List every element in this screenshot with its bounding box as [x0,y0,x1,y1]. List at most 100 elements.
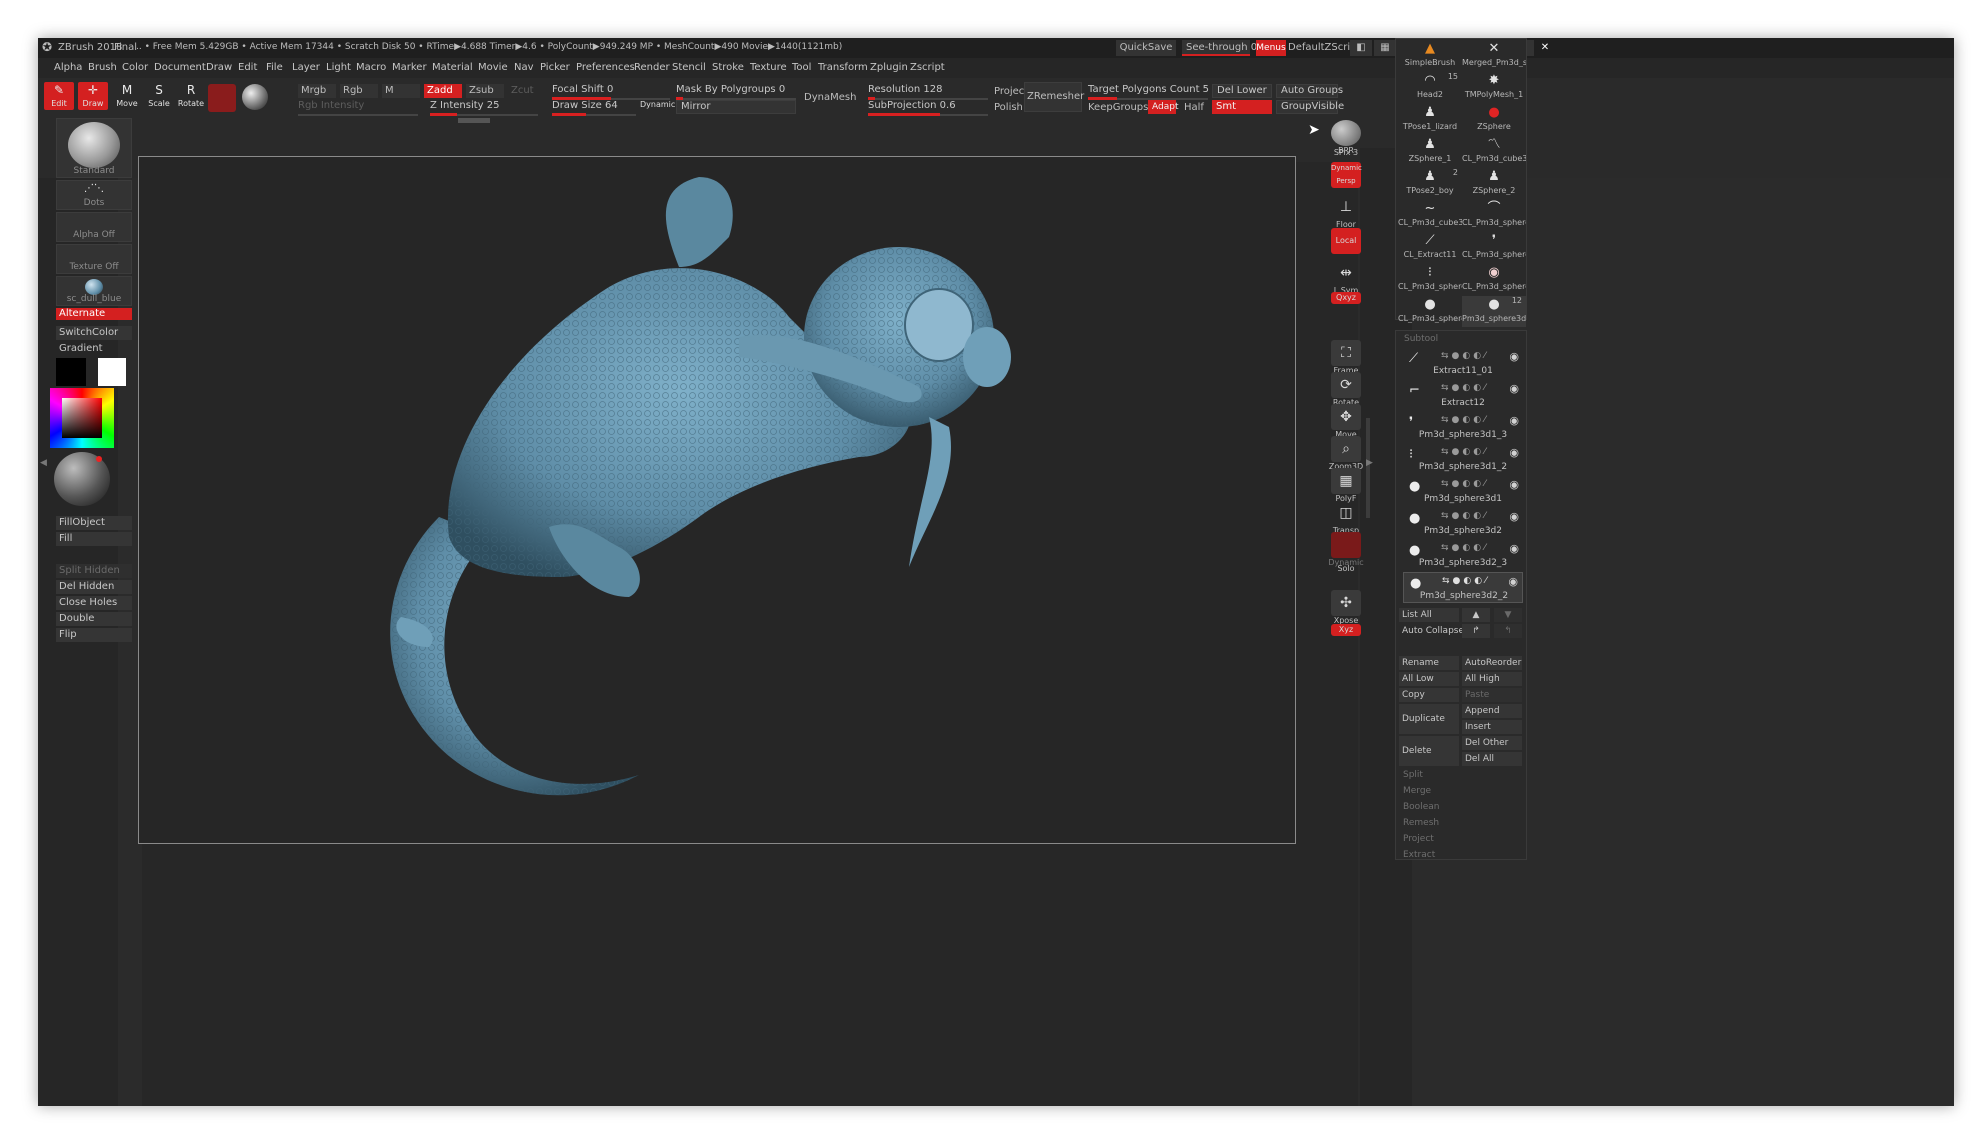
stroke-picker[interactable]: ⋰⋱ Dots [56,180,132,210]
z-intensity-slider[interactable]: Z Intensity 25 [430,100,538,116]
mask-by-polygroups-slider[interactable]: Mask By Polygroups 0 [676,84,796,100]
tool-item[interactable]: ~ CL_Pm3d_cube3d [1398,200,1462,231]
menus-button[interactable]: Menus [1256,40,1286,56]
menu-render[interactable]: Render [634,62,670,73]
edit-mode-button[interactable]: ✎ Edit [44,82,74,110]
target-polygons-slider[interactable]: Target Polygons Count 5 [1088,84,1209,100]
tool-item[interactable]: ♟ TPose2_boy 2 [1398,168,1462,199]
subtool-toggle-icons[interactable]: ⇆●◐◐⁄ [1441,511,1489,521]
tool-item[interactable]: ♟ TPose1_lizard [1398,104,1462,135]
autoreorder-button[interactable]: AutoReorder [1462,656,1522,670]
rgb-intensity-slider[interactable]: Rgb Intensity [298,100,418,116]
subtool-row[interactable]: ⟋ ⇆●◐◐⁄ ◉ Extract11_01 [1403,348,1523,379]
zoom3d-button[interactable]: ⌕ Zoom3D [1324,436,1368,471]
gradient-button[interactable]: Gradient [56,342,132,356]
split-hidden-button[interactable]: Split Hidden [56,564,132,578]
del-hidden-button[interactable]: Del Hidden [56,580,132,594]
menu-color[interactable]: Color [122,62,148,73]
fillobject-button[interactable]: FillObject [56,516,132,530]
local-button[interactable]: Local [1324,228,1368,254]
solo-button[interactable]: Solo [1324,564,1368,573]
subtool-row[interactable]: ● ⇆●◐◐⁄ ◉ Pm3d_sphere3d1 [1403,476,1523,507]
move-up-arrow-icon[interactable]: ▲ [1462,608,1490,622]
menu-draw[interactable]: Draw [206,62,232,73]
draw-size-slider[interactable]: Draw Size 64 [552,100,636,116]
menu-texture[interactable]: Texture [750,62,787,73]
menu-transform[interactable]: Transform [818,62,868,73]
del-all-button[interactable]: Del All [1462,752,1522,766]
boolean-section[interactable]: Boolean [1403,802,1439,812]
move-mode-button[interactable]: M Move [112,82,142,110]
subtool-toggle-icons[interactable]: ⇆●◐◐⁄ [1441,479,1489,489]
menu-document[interactable]: Document [154,62,206,73]
polish-button[interactable]: Polish [994,102,1023,113]
eye-icon[interactable]: ◉ [1509,382,1519,395]
append-button[interactable]: Append [1462,704,1522,718]
zcut-button[interactable]: Zcut [508,84,538,98]
m-button[interactable]: M [382,84,420,98]
tool-item[interactable]: ♟ ZSphere_2 [1462,168,1526,199]
sculpt-model[interactable] [139,157,1295,843]
tool-item[interactable]: ⁝ CL_Pm3d_sphere [1398,264,1462,295]
smt-button[interactable]: Smt [1212,100,1272,114]
menu-layer[interactable]: Layer [292,62,320,73]
subtool-row[interactable]: ❜ ⇆●◐◐⁄ ◉ Pm3d_sphere3d1_3 [1403,412,1523,443]
arrow-redirect-icon[interactable]: ↱ [1462,624,1490,638]
menu-alpha[interactable]: Alpha [54,62,82,73]
move-down-arrow-icon[interactable]: ▼ [1494,608,1522,622]
spix-slider[interactable]: SPix 3 [1324,148,1368,157]
color-swatch-button[interactable] [208,84,236,112]
rotate-mode-button[interactable]: R Rotate [176,82,206,110]
subtool-row[interactable]: ⁝ ⇆●◐◐⁄ ◉ Pm3d_sphere3d1_2 [1403,444,1523,475]
double-button[interactable]: Double [56,612,132,626]
subtool-toggle-icons[interactable]: ⇆●◐◐⁄ [1441,447,1489,457]
color-picker-square[interactable] [62,398,102,438]
extract-section[interactable]: Extract [1403,850,1435,860]
menu-zscript[interactable]: Zscript [910,62,945,73]
tool-item[interactable]: ◉ CL_Pm3d_sphere [1462,264,1526,295]
auto-groups-button[interactable]: Auto Groups [1276,84,1343,98]
draw-mode-button[interactable]: ✛ Draw [78,82,108,110]
menu-movie[interactable]: Movie [478,62,508,73]
del-lower-button[interactable]: Del Lower [1212,84,1272,98]
eye-icon[interactable]: ◉ [1509,446,1519,459]
see-through-slider[interactable]: See-through 0 [1182,40,1257,56]
tool-item[interactable]: ▲ SimpleBrush [1398,40,1462,71]
material-ball-icon[interactable] [54,452,110,506]
menu-stencil[interactable]: Stencil [672,62,706,73]
layout-grid-icon[interactable]: ▦ [1374,40,1396,56]
copy-button[interactable]: Copy [1399,688,1459,702]
adapt-button[interactable]: Adapt [1148,100,1178,114]
menu-marker[interactable]: Marker [392,62,427,73]
tool-item[interactable]: ◠ Head2 15 [1398,72,1462,103]
keepgroups-button[interactable]: KeepGroups [1088,102,1148,113]
polyf-button[interactable]: ▦ PolyF [1324,468,1368,503]
fill-button[interactable]: Fill [56,532,132,546]
subtool-row-selected[interactable]: ● ⇆●◐◐⁄ ◉ Pm3d_sphere3d2_2 [1403,572,1523,603]
layout-toggle-icon[interactable]: ◧ [1350,40,1372,56]
texture-picker[interactable]: Texture Off [56,244,132,274]
zsub-button[interactable]: Zsub [466,84,504,98]
duplicate-button[interactable]: Duplicate [1399,704,1459,734]
canvas-scroll-handle[interactable] [458,118,490,123]
flip-button[interactable]: Flip [56,628,132,642]
close-holes-button[interactable]: Close Holes [56,596,132,610]
mirror-button[interactable]: Mirror [676,100,796,114]
secondary-color-swatch[interactable] [56,358,86,386]
dynamesh-button[interactable]: DynaMesh [804,92,856,103]
split-section[interactable]: Split [1403,770,1423,780]
paste-button[interactable]: Paste [1462,688,1522,702]
tool-item[interactable]: ✸ TMPolyMesh_1 [1462,72,1526,103]
delete-button[interactable]: Delete [1399,736,1459,766]
subtool-title[interactable]: Subtool [1404,334,1438,344]
right-tray-arrow-icon[interactable]: ▶ [1366,458,1373,468]
transp-button[interactable]: ◫ Transp [1324,500,1368,535]
menu-light[interactable]: Light [326,62,351,73]
tool-item[interactable]: ❜ CL_Pm3d_sphere [1462,232,1526,263]
zremesher-button[interactable]: ZRemesher [1024,82,1084,112]
menu-brush[interactable]: Brush [88,62,117,73]
menu-macro[interactable]: Macro [356,62,386,73]
arrow-back-icon[interactable]: ↰ [1494,624,1522,638]
subtool-toggle-icons[interactable]: ⇆●◐◐⁄ [1441,415,1489,425]
subtool-row[interactable]: ● ⇆●◐◐⁄ ◉ Pm3d_sphere3d2 [1403,508,1523,539]
